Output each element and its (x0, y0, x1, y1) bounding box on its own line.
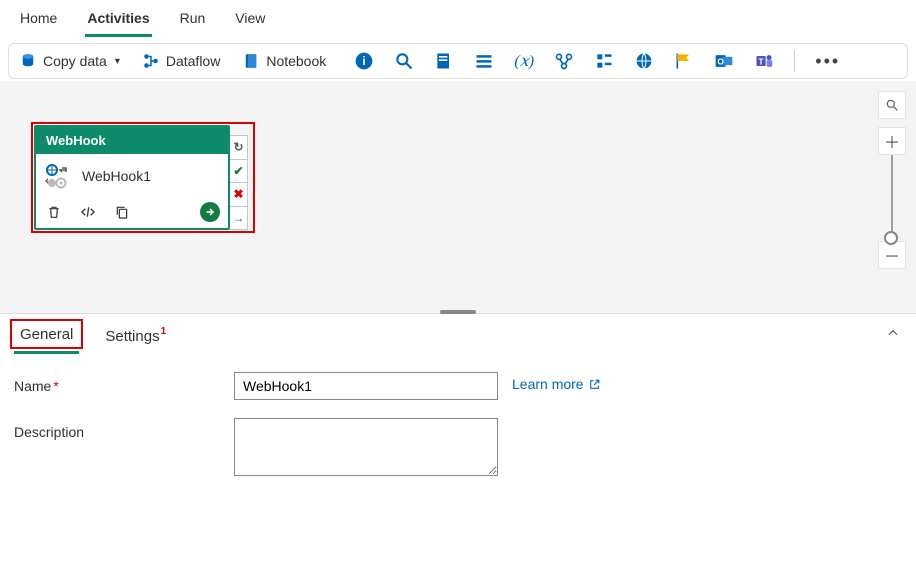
notebook-button[interactable]: Notebook (242, 52, 326, 70)
branch-icon (142, 52, 160, 70)
more-icon[interactable]: ••• (815, 51, 840, 72)
menu-activities[interactable]: Activities (85, 6, 151, 37)
outlook-icon[interactable]: O (714, 51, 734, 71)
script-icon[interactable] (434, 51, 454, 71)
menu-run[interactable]: Run (178, 6, 208, 37)
svg-text:T: T (759, 56, 764, 66)
arrow-right-icon (204, 206, 216, 218)
description-input[interactable] (234, 418, 498, 476)
list-icon[interactable] (474, 51, 494, 71)
database-icon (19, 52, 37, 70)
node-instance-name: WebHook1 (82, 168, 151, 184)
code-icon[interactable] (80, 204, 96, 220)
port-success[interactable]: ✔ (230, 160, 247, 184)
globe-icon[interactable] (634, 51, 654, 71)
svg-text:O: O (718, 56, 725, 66)
menu-home[interactable]: Home (18, 6, 59, 37)
toolbar-separator (794, 50, 795, 72)
zoom-slider-knob[interactable] (884, 231, 898, 245)
chevron-up-icon (886, 326, 900, 340)
menu-view[interactable]: View (233, 6, 267, 37)
design-canvas[interactable]: WebHook WebHook1 (0, 81, 916, 313)
zoom-out-button[interactable]: － (878, 241, 906, 269)
variable-icon[interactable]: (𝑥) (514, 51, 534, 71)
description-field-label: Description (14, 418, 234, 440)
port-retry[interactable]: ↻ (230, 136, 247, 160)
teams-icon[interactable]: T (754, 51, 774, 71)
webhook-activity-node[interactable]: WebHook WebHook1 (34, 125, 248, 230)
node-output-ports: ↻ ✔ ✖ → (230, 135, 248, 230)
chevron-down-icon: ▾ (115, 56, 120, 67)
webhook-icon (44, 162, 72, 190)
learn-more-link[interactable]: Learn more (512, 372, 601, 392)
properties-panel: General Settings1 Name* Learn more Descr… (0, 313, 916, 476)
collapse-panel-button[interactable] (886, 326, 900, 343)
toolbar: Copy data ▾ Dataflow Notebook i (𝑥) O T … (8, 43, 908, 79)
copy-data-button[interactable]: Copy data ▾ (19, 52, 120, 70)
canvas-search-button[interactable] (878, 91, 906, 119)
port-failure[interactable]: ✖ (230, 183, 247, 207)
copy-icon[interactable] (114, 204, 130, 220)
toolbar-icon-group: i (𝑥) O T ••• (354, 50, 840, 72)
external-link-icon (588, 378, 601, 391)
canvas-zoom-controls: ＋ － (878, 91, 906, 269)
pipeline-icon[interactable] (554, 51, 574, 71)
form-icon[interactable] (594, 51, 614, 71)
port-completion[interactable]: → (230, 207, 247, 230)
settings-error-badge: 1 (161, 326, 167, 337)
zoom-in-button[interactable]: ＋ (878, 127, 906, 155)
name-input[interactable] (234, 372, 498, 400)
search-icon[interactable] (394, 51, 414, 71)
run-node-button[interactable] (200, 202, 220, 222)
flag-icon[interactable] (674, 51, 694, 71)
delete-icon[interactable] (46, 204, 62, 220)
top-menu: Home Activities Run View (0, 0, 916, 37)
zoom-slider[interactable] (891, 155, 893, 241)
node-type-label: WebHook (36, 127, 228, 154)
dataflow-button[interactable]: Dataflow (142, 52, 220, 70)
name-field-label: Name* (14, 372, 234, 394)
tab-general[interactable]: General (14, 322, 79, 354)
tab-settings[interactable]: Settings1 (99, 324, 171, 353)
notebook-icon (242, 52, 260, 70)
info-icon[interactable]: i (354, 51, 374, 71)
svg-text:i: i (363, 55, 366, 68)
